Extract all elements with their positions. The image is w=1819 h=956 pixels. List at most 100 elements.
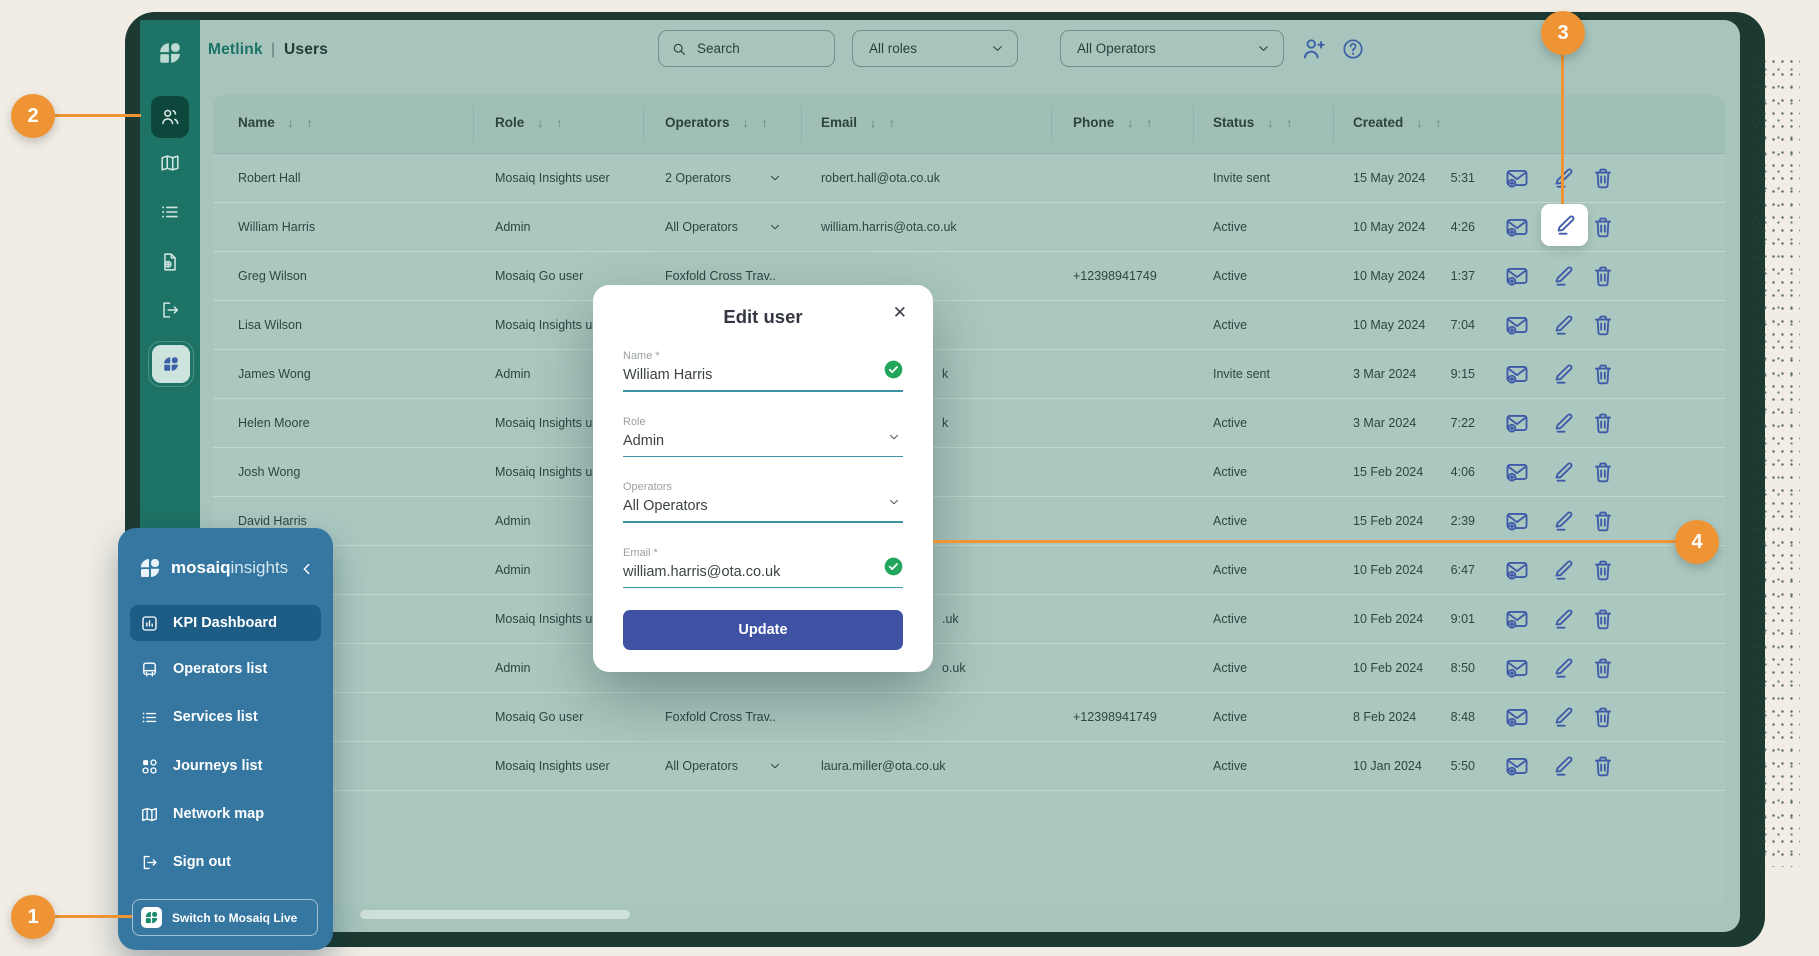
table-row[interactable]: David HarrisAdminActive15 Feb 20242:39: [213, 497, 1725, 546]
map-icon[interactable]: [159, 152, 181, 174]
table-row[interactable]: Josh WongMosaiq Insights userActive15 Fe…: [213, 448, 1725, 497]
sort-desc-icon[interactable]: ↓: [1416, 116, 1422, 130]
table-row[interactable]: Greg WilsonMosaiq Go userFoxfold Cross T…: [213, 252, 1725, 301]
sort-asc-icon[interactable]: ↑: [1286, 116, 1292, 130]
horizontal-scrollbar[interactable]: [360, 910, 630, 919]
sidebar-item-journeys-list[interactable]: Journeys list: [130, 748, 321, 784]
resend-invite-button[interactable]: [1504, 459, 1530, 485]
resend-invite-button[interactable]: [1504, 263, 1530, 289]
sort-desc-icon[interactable]: ↓: [1127, 116, 1133, 130]
table-row[interactable]: Helen MooreMosaiq Insights userkActive3 …: [213, 399, 1725, 448]
sidebar-item-users[interactable]: [151, 96, 189, 138]
table-row[interactable]: Mosaiq Insights userAll Operatorslaura.m…: [213, 742, 1725, 791]
delete-user-button[interactable]: [1590, 361, 1616, 387]
edit-user-button[interactable]: [1550, 704, 1576, 730]
modal-field-role[interactable]: RoleAdmin: [623, 416, 903, 464]
column-header-email[interactable]: Email↓↑: [821, 115, 895, 130]
operators-expand-icon[interactable]: [768, 220, 782, 234]
table-row[interactable]: AdminActive10 Feb 20246:47: [213, 546, 1725, 595]
edit-user-button[interactable]: [1550, 655, 1576, 681]
operators-expand-icon[interactable]: [768, 759, 782, 773]
sort-asc-icon[interactable]: ↑: [1146, 116, 1152, 130]
column-header-role[interactable]: Role↓↑: [495, 115, 562, 130]
sort-desc-icon[interactable]: ↓: [743, 116, 749, 130]
sidebar-item-sign-out[interactable]: Sign out: [130, 844, 321, 880]
delete-user-button[interactable]: [1590, 214, 1616, 240]
edit-icon-highlight[interactable]: [1541, 204, 1588, 246]
resend-invite-button[interactable]: [1504, 214, 1530, 240]
delete-user-button[interactable]: [1590, 753, 1616, 779]
column-header-created[interactable]: Created↓↑: [1353, 115, 1441, 130]
sidebar-item-kpi-dashboard[interactable]: KPI Dashboard: [130, 605, 321, 641]
operators-filter-select[interactable]: All Operators: [1060, 30, 1284, 67]
edit-user-button[interactable]: [1550, 410, 1576, 436]
sign-out-icon[interactable]: [159, 299, 181, 321]
delete-user-button[interactable]: [1590, 312, 1616, 338]
field-value[interactable]: william.harris@ota.co.uk: [623, 564, 903, 580]
delete-user-button[interactable]: [1590, 410, 1616, 436]
help-icon[interactable]: [1341, 37, 1365, 61]
sidebar-item-services-list[interactable]: Services list: [130, 699, 321, 735]
search-field[interactable]: [658, 30, 835, 67]
resend-invite-button[interactable]: [1504, 557, 1530, 583]
delete-user-button[interactable]: [1590, 165, 1616, 191]
modal-field-name[interactable]: Name *William Harris: [623, 350, 903, 398]
column-header-status[interactable]: Status↓↑: [1213, 115, 1292, 130]
sort-asc-icon[interactable]: ↑: [556, 116, 562, 130]
chevron-down-icon[interactable]: [887, 495, 901, 509]
sort-desc-icon[interactable]: ↓: [1267, 116, 1273, 130]
field-value[interactable]: All Operators: [623, 498, 903, 514]
sort-asc-icon[interactable]: ↑: [1435, 116, 1441, 130]
sidebar-item-network-map[interactable]: Network map: [130, 796, 321, 832]
chevron-down-icon[interactable]: [887, 430, 901, 444]
resend-invite-button[interactable]: [1504, 361, 1530, 387]
switch-to-mosaiq-live-button[interactable]: Switch to Mosaiq Live: [132, 899, 318, 936]
edit-user-button[interactable]: [1550, 557, 1576, 583]
resend-invite-button[interactable]: [1504, 410, 1530, 436]
edit-user-button[interactable]: [1550, 361, 1576, 387]
resend-invite-button[interactable]: [1504, 508, 1530, 534]
sort-desc-icon[interactable]: ↓: [537, 116, 543, 130]
delete-user-button[interactable]: [1590, 655, 1616, 681]
breadcrumb-app[interactable]: Metlink: [208, 41, 263, 59]
list-icon[interactable]: [159, 201, 181, 223]
delete-user-button[interactable]: [1590, 704, 1616, 730]
sort-asc-icon[interactable]: ↑: [307, 116, 313, 130]
edit-user-button[interactable]: [1550, 606, 1576, 632]
column-header-phone[interactable]: Phone↓↑: [1073, 115, 1152, 130]
column-header-ops[interactable]: Operators↓↑: [665, 115, 768, 130]
search-input[interactable]: [695, 40, 809, 57]
delete-user-button[interactable]: [1590, 508, 1616, 534]
operators-expand-icon[interactable]: [768, 171, 782, 185]
delete-user-button[interactable]: [1590, 557, 1616, 583]
edit-user-button[interactable]: [1550, 459, 1576, 485]
sidebar-item-operators-list[interactable]: Operators list: [130, 651, 321, 687]
edit-user-button[interactable]: [1550, 508, 1576, 534]
edit-user-button[interactable]: [1550, 312, 1576, 338]
column-header-name[interactable]: Name↓↑: [238, 115, 313, 130]
modal-field-email[interactable]: Email *william.harris@ota.co.uk: [623, 547, 903, 595]
resend-invite-button[interactable]: [1504, 312, 1530, 338]
resend-invite-button[interactable]: [1504, 655, 1530, 681]
sort-asc-icon[interactable]: ↑: [889, 116, 895, 130]
table-row[interactable]: William HarrisAdminAll Operatorswilliam.…: [213, 203, 1725, 252]
sort-desc-icon[interactable]: ↓: [288, 116, 294, 130]
modal-field-operators[interactable]: OperatorsAll Operators: [623, 481, 903, 529]
resend-invite-button[interactable]: [1504, 704, 1530, 730]
delete-user-button[interactable]: [1590, 459, 1616, 485]
table-row[interactable]: Mosaiq Insights user.ukActive10 Feb 2024…: [213, 595, 1725, 644]
sort-desc-icon[interactable]: ↓: [870, 116, 876, 130]
resend-invite-button[interactable]: [1504, 165, 1530, 191]
switch-to-mosaiq-live-button-collapsed[interactable]: [152, 345, 190, 383]
edit-user-button[interactable]: [1550, 753, 1576, 779]
table-row[interactable]: Mosaiq Go userFoxfold Cross Trav..+12398…: [213, 693, 1725, 742]
table-row[interactable]: James WongAdminkInvite sent3 Mar 20249:1…: [213, 350, 1725, 399]
delete-user-button[interactable]: [1590, 606, 1616, 632]
table-row[interactable]: Admino.ukActive10 Feb 20248:50: [213, 644, 1725, 693]
table-row[interactable]: Robert HallMosaiq Insights user2 Operato…: [213, 154, 1725, 203]
delete-user-button[interactable]: [1590, 263, 1616, 289]
file-plus-icon[interactable]: [159, 251, 181, 273]
roles-filter-select[interactable]: All roles: [852, 30, 1018, 67]
table-row[interactable]: Lisa WilsonMosaiq Insights userActive10 …: [213, 301, 1725, 350]
sort-asc-icon[interactable]: ↑: [762, 116, 768, 130]
